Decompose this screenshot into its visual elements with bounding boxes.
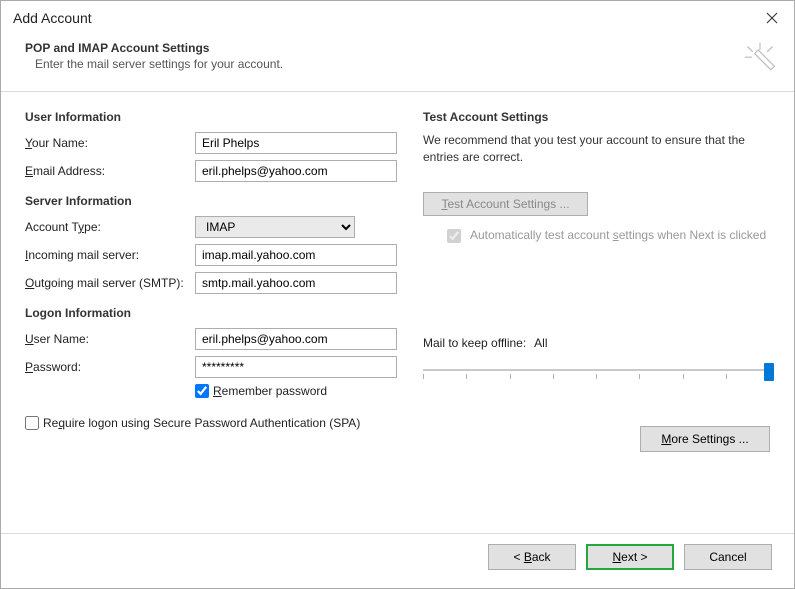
wizard-icon	[742, 41, 778, 77]
email-label: Email Address:	[25, 164, 195, 178]
cancel-button[interactable]: Cancel	[684, 544, 772, 570]
incoming-label: Incoming mail server:	[25, 248, 195, 262]
outgoing-label: Outgoing mail server (SMTP):	[25, 276, 195, 290]
wizard-footer: < Back Next > Cancel	[1, 534, 794, 588]
titlebar: Add Account	[1, 1, 794, 35]
mail-offline-value: All	[534, 336, 547, 350]
remember-password-label: Remember password	[213, 384, 327, 398]
close-button[interactable]	[750, 3, 794, 33]
next-button[interactable]: Next >	[586, 544, 674, 570]
section-server-info: Server Information	[25, 194, 397, 208]
outgoing-server-input[interactable]	[195, 272, 397, 294]
password-label: Password:	[25, 360, 195, 374]
mail-offline-slider[interactable]	[423, 360, 770, 384]
password-input[interactable]	[195, 356, 397, 378]
remember-password-checkbox[interactable]	[195, 384, 209, 398]
auto-test-label: Automatically test account settings when…	[470, 228, 766, 244]
slider-track	[423, 369, 770, 371]
section-test: Test Account Settings	[423, 110, 770, 124]
your-name-input[interactable]	[195, 132, 397, 154]
spa-label: Require logon using Secure Password Auth…	[43, 416, 360, 430]
username-input[interactable]	[195, 328, 397, 350]
test-account-button[interactable]: Test Account Settings ...	[423, 192, 588, 216]
test-description: We recommend that you test your account …	[423, 132, 770, 166]
window-title: Add Account	[13, 10, 92, 26]
account-type-select[interactable]: IMAP	[195, 216, 355, 238]
incoming-server-input[interactable]	[195, 244, 397, 266]
mail-offline-label: Mail to keep offline:	[423, 336, 526, 350]
header-title: POP and IMAP Account Settings	[25, 41, 283, 55]
slider-thumb[interactable]	[764, 363, 774, 381]
spa-checkbox[interactable]	[25, 416, 39, 430]
slider-ticks	[423, 374, 770, 379]
back-button[interactable]: < Back	[488, 544, 576, 570]
header-subtitle: Enter the mail server settings for your …	[25, 57, 283, 71]
username-label: User Name:	[25, 332, 195, 346]
account-type-label: Account Type:	[25, 220, 195, 234]
email-input[interactable]	[195, 160, 397, 182]
section-user-info: User Information	[25, 110, 397, 124]
wizard-header: POP and IMAP Account Settings Enter the …	[1, 35, 794, 91]
auto-test-checkbox	[447, 229, 461, 243]
close-icon	[766, 12, 778, 24]
your-name-label: Your Name:	[25, 136, 195, 150]
section-logon-info: Logon Information	[25, 306, 397, 320]
more-settings-button[interactable]: More Settings ...	[640, 426, 770, 452]
